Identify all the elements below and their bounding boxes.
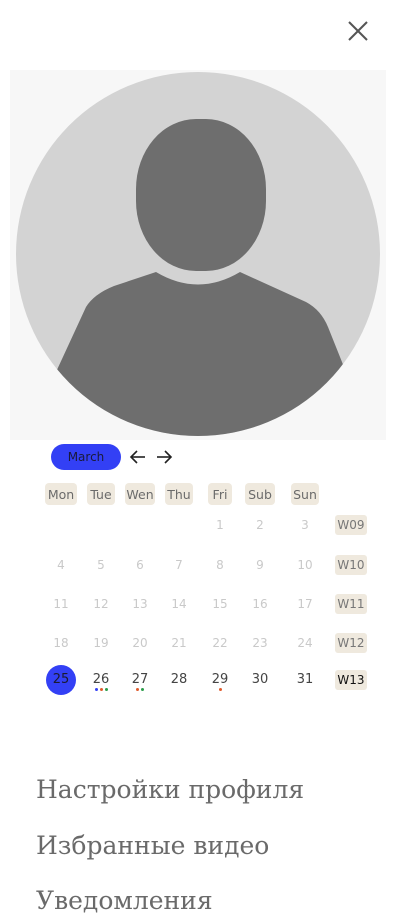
weekday-thu: Thu xyxy=(165,483,193,505)
event-indicator xyxy=(94,688,108,692)
week-label[interactable]: W09 xyxy=(335,515,367,535)
menu-item-notifications[interactable]: Уведомления xyxy=(36,886,213,915)
weekday-fri: Fri xyxy=(208,483,232,505)
event-dot xyxy=(136,688,139,691)
calendar-day[interactable]: 31 xyxy=(290,670,320,690)
arrow-left-icon[interactable] xyxy=(129,448,147,466)
event-dot xyxy=(99,688,103,691)
calendar-day[interactable]: 7 xyxy=(164,555,194,575)
calendar-day[interactable]: 13 xyxy=(125,594,155,614)
calendar-day[interactable]: 9 xyxy=(245,555,275,575)
close-icon[interactable] xyxy=(345,18,371,44)
event-dot xyxy=(141,688,144,691)
calendar-day[interactable]: 11 xyxy=(46,594,76,614)
calendar-day[interactable]: 15 xyxy=(205,594,235,614)
event-dot xyxy=(94,688,98,691)
weekday-mon: Mon xyxy=(45,483,77,505)
calendar-day[interactable]: 4 xyxy=(46,555,76,575)
week-label[interactable]: W10 xyxy=(335,555,367,575)
calendar-day[interactable]: 17 xyxy=(290,594,320,614)
calendar-day[interactable]: 29 xyxy=(205,670,235,690)
event-indicator xyxy=(218,688,222,692)
calendar-day[interactable]: 16 xyxy=(245,594,275,614)
week-label[interactable]: W13 xyxy=(335,670,367,690)
calendar-day[interactable]: 20 xyxy=(125,633,155,653)
event-dot xyxy=(218,688,222,691)
calendar-day[interactable]: 30 xyxy=(245,670,275,690)
week-label[interactable]: W11 xyxy=(335,594,367,614)
weekday-sun: Sun xyxy=(291,483,319,505)
weekday-wen: Wen xyxy=(125,483,155,505)
weekday-tue: Tue xyxy=(87,483,115,505)
calendar-day[interactable]: 23 xyxy=(245,633,275,653)
arrow-right-icon[interactable] xyxy=(155,448,173,466)
calendar-day[interactable]: 24 xyxy=(290,633,320,653)
calendar-day[interactable]: 18 xyxy=(46,633,76,653)
menu-item-profile-settings[interactable]: Настройки профиля xyxy=(36,775,304,804)
calendar-day[interactable]: 10 xyxy=(290,555,320,575)
calendar-day[interactable]: 14 xyxy=(164,594,194,614)
calendar-day[interactable]: 27 xyxy=(125,670,155,690)
event-indicator xyxy=(136,688,144,692)
weekday-sub: Sub xyxy=(245,483,275,505)
month-selector[interactable]: March xyxy=(51,444,121,470)
calendar-day-today[interactable]: 25 xyxy=(46,665,76,695)
calendar-day[interactable]: 22 xyxy=(205,633,235,653)
avatar-container xyxy=(10,70,386,440)
calendar-day[interactable]: 8 xyxy=(205,555,235,575)
calendar-day[interactable]: 12 xyxy=(86,594,116,614)
calendar-day[interactable]: 6 xyxy=(125,555,155,575)
menu-item-favorite-videos[interactable]: Избранные видео xyxy=(36,831,269,860)
calendar-day[interactable]: 2 xyxy=(245,515,275,535)
week-label[interactable]: W12 xyxy=(335,633,367,653)
calendar-day[interactable]: 5 xyxy=(86,555,116,575)
calendar-day[interactable]: 19 xyxy=(86,633,116,653)
calendar-day[interactable]: 28 xyxy=(164,670,194,690)
event-dot xyxy=(104,688,108,691)
calendar-day[interactable]: 21 xyxy=(164,633,194,653)
calendar-day[interactable]: 3 xyxy=(290,515,320,535)
calendar-day[interactable]: 26 xyxy=(86,670,116,690)
user-placeholder-icon[interactable] xyxy=(16,72,380,436)
calendar-day[interactable]: 1 xyxy=(205,515,235,535)
month-navigation: March xyxy=(51,444,173,470)
